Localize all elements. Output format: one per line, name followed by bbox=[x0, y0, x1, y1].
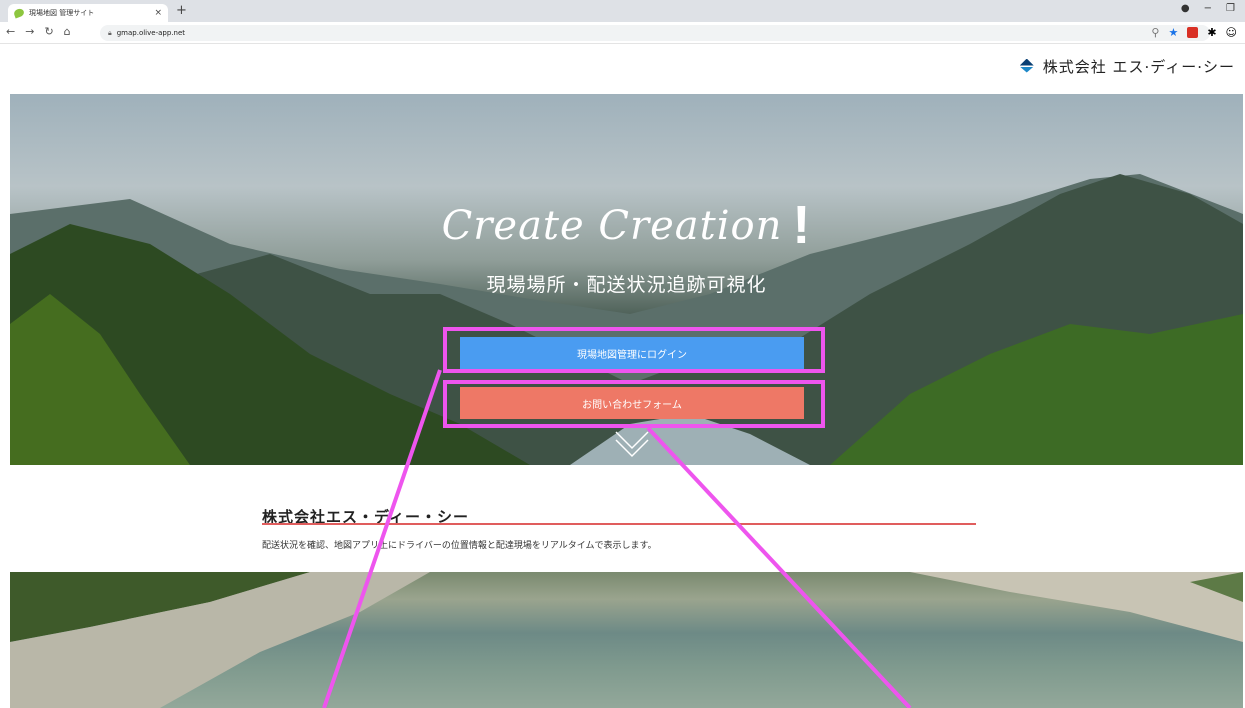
extension-area: ⚲ ★ ✱ ☺ bbox=[1151, 26, 1237, 39]
contact-highlight-box bbox=[443, 380, 825, 428]
scroll-down-chevron-icon[interactable] bbox=[614, 424, 650, 460]
account-icon[interactable]: ☺ bbox=[1226, 26, 1237, 39]
lock-icon: 🔒︎ bbox=[108, 28, 112, 37]
puzzle-extensions-icon[interactable]: ✱ bbox=[1207, 26, 1216, 39]
browser-toolbar: ← → ↻ ⌂ 🔒︎ gmap.olive-app.net ⚲ ★ ✱ ☺ bbox=[0, 22, 1245, 44]
company-logo[interactable]: 株式会社 エス·ディー·シー bbox=[1019, 56, 1235, 77]
bookmark-star-icon[interactable]: ★ bbox=[1168, 26, 1178, 39]
company-description: 配送状況を確認、地図アプリ上にドライバーの位置情報と配達現場をリアルタイムで表示… bbox=[262, 541, 657, 551]
login-highlight-box bbox=[443, 327, 825, 373]
home-icon[interactable]: ⌂ bbox=[64, 25, 71, 38]
sdc-diamond-logo-icon bbox=[1019, 58, 1035, 75]
tab-bar: 現場地図 管理サイト × + ● − ❐ bbox=[0, 0, 1245, 22]
section-divider bbox=[262, 523, 976, 525]
forward-arrow-icon[interactable]: → bbox=[25, 25, 34, 38]
tab-title: 現場地図 管理サイト bbox=[29, 9, 95, 17]
pdf-extension-icon[interactable] bbox=[1187, 27, 1199, 38]
company-logo-text: 株式会社 エス·ディー·シー bbox=[1042, 58, 1235, 76]
url-text: gmap.olive-app.net bbox=[116, 29, 185, 37]
tab-close-icon[interactable]: × bbox=[154, 8, 162, 18]
back-arrow-icon[interactable]: ← bbox=[6, 25, 15, 38]
profile-dot-icon[interactable]: ● bbox=[1181, 3, 1190, 14]
reload-icon[interactable]: ↻ bbox=[44, 25, 53, 38]
leaf-favicon-icon bbox=[12, 7, 26, 19]
address-bar[interactable]: 🔒︎ gmap.olive-app.net bbox=[100, 25, 1210, 41]
zoom-icon[interactable]: ⚲ bbox=[1151, 26, 1159, 39]
hero-title-exclaim: ! bbox=[792, 195, 812, 255]
minimize-button[interactable]: − bbox=[1204, 3, 1212, 14]
hero-title: Create Creation! bbox=[441, 195, 812, 255]
restore-button[interactable]: ❐ bbox=[1226, 3, 1235, 14]
nav-buttons: ← → ↻ ⌂ bbox=[6, 25, 71, 38]
browser-tab[interactable]: 現場地図 管理サイト × bbox=[8, 4, 168, 22]
new-tab-button[interactable]: + bbox=[176, 3, 187, 18]
hero-subtitle: 現場場所・配送状況追跡可視化 bbox=[486, 274, 767, 296]
river-image bbox=[10, 572, 1243, 708]
window-controls: ● − ❐ bbox=[1181, 3, 1235, 14]
